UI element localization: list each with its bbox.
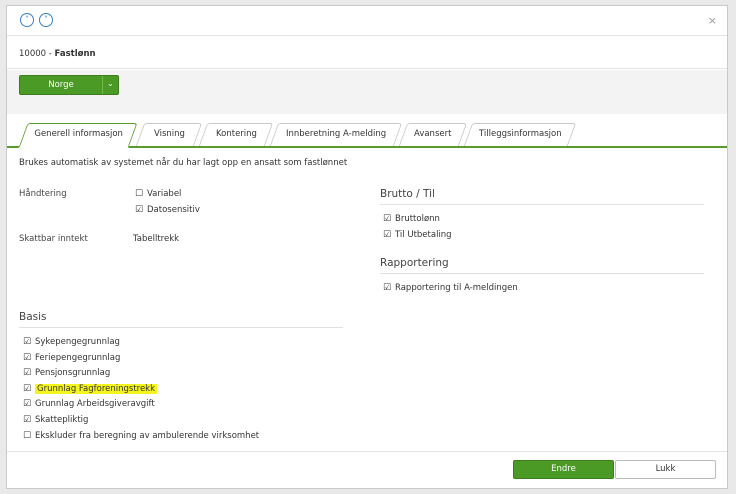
tab-tilleggsinformasjon[interactable]: Tilleggsinformasjon [463, 123, 577, 146]
pensjonsgrunnlag-checkbox[interactable]: ☑ Pensjonsgrunnlag [23, 368, 110, 378]
checkbox-icon: ☑ [23, 337, 32, 347]
tab-bar: Generell informasjon Visning Kontering I… [7, 120, 727, 148]
page-title: 10000 - Fastlønn [19, 49, 96, 59]
checkbox-label: Pensjonsgrunnlag [35, 368, 111, 378]
checkbox-label: Bruttolønn [395, 214, 440, 224]
previous-record-icon[interactable]: ˄ [20, 13, 34, 27]
skattepliktig-checkbox[interactable]: ☑ Skattepliktig [23, 415, 88, 425]
rapportering-section-heading: Rapportering [380, 257, 704, 274]
tab-innberetning-a-melding[interactable]: Innberetning A-melding [269, 123, 403, 146]
chevron-down-icon[interactable]: ⌄ [107, 79, 114, 88]
fastlonn-dialog: ˄ ˅ × 10000 - Fastlønn Norge ⌄ Generell … [6, 5, 728, 489]
checkbox-icon: ☑ [23, 415, 32, 425]
checkbox-icon: ☑ [23, 353, 32, 363]
checkbox-label: Datosensitiv [147, 205, 200, 215]
checkbox-label: Rapportering til A-meldingen [395, 283, 518, 293]
title-separator: - [46, 49, 55, 59]
tab-generell-informasjon[interactable]: Generell informasjon [18, 123, 138, 148]
brutto-section-heading: Brutto / Til [380, 188, 704, 205]
checkbox-icon: ☑ [383, 214, 392, 224]
next-record-icon[interactable]: ˅ [39, 13, 53, 27]
tab-visning[interactable]: Visning [135, 123, 203, 146]
variabel-checkbox[interactable]: ☐ Variabel [135, 189, 181, 199]
country-bar: Norge ⌄ [7, 70, 727, 114]
arbeidsgiveravgift-checkbox[interactable]: ☑ Grunnlag Arbeidsgiveravgift [23, 399, 155, 409]
country-dropdown[interactable]: Norge ⌄ [19, 75, 119, 95]
sykepengegrunnlag-checkbox[interactable]: ☑ Sykepengegrunnlag [23, 337, 120, 347]
basis-section-heading: Basis [19, 311, 343, 328]
checkbox-icon: ☑ [383, 283, 392, 293]
description-text: Brukes automatisk av systemet når du har… [19, 158, 348, 168]
checkbox-icon: ☐ [23, 431, 32, 441]
checkbox-label: Til Utbetaling [395, 230, 452, 240]
ekskluder-ambulerende-checkbox[interactable]: ☐ Ekskluder fra beregning av ambulerende … [23, 431, 259, 441]
dialog-footer: Endre Lukk [7, 451, 727, 489]
checkbox-label: Feriepengegrunnlag [35, 353, 121, 363]
checkbox-label-highlighted: Grunnlag Fagforeningstrekk [35, 384, 158, 394]
tab-content: Brukes automatisk av systemet når du har… [7, 148, 727, 448]
tab-avansert[interactable]: Avansert [398, 123, 468, 146]
country-label: Norge [48, 80, 74, 90]
checkbox-label: Variabel [147, 189, 182, 199]
feriepengegrunnlag-checkbox[interactable]: ☑ Feriepengegrunnlag [23, 353, 120, 363]
fagforeningstrekk-checkbox[interactable]: ☑ Grunnlag Fagforeningstrekk [23, 384, 158, 394]
checkbox-label: Skattepliktig [35, 415, 89, 425]
checkbox-icon: ☑ [383, 230, 392, 240]
tab-kontering[interactable]: Kontering [198, 123, 274, 146]
til-utbetaling-checkbox[interactable]: ☑ Til Utbetaling [383, 230, 452, 240]
checkbox-icon: ☐ [135, 189, 144, 199]
datosensitiv-checkbox[interactable]: ☑ Datosensitiv [135, 205, 200, 215]
checkbox-icon: ☑ [23, 368, 32, 378]
checkbox-label: Ekskluder fra beregning av ambulerende v… [35, 431, 260, 441]
rapportering-a-melding-checkbox[interactable]: ☑ Rapportering til A-meldingen [383, 283, 518, 293]
bruttolonn-checkbox[interactable]: ☑ Bruttolønn [383, 214, 440, 224]
checkbox-label: Grunnlag Arbeidsgiveravgift [35, 399, 155, 409]
checkbox-icon: ☑ [23, 399, 32, 409]
country-divider [102, 76, 103, 94]
handtering-label: Håndtering [19, 189, 67, 199]
edit-button[interactable]: Endre [513, 460, 614, 479]
skattbar-inntekt-label: Skattbar inntekt [19, 234, 88, 244]
checkbox-label: Sykepengegrunnlag [35, 337, 120, 347]
title-name: Fastlønn [54, 49, 96, 59]
close-button[interactable]: Lukk [615, 460, 716, 479]
checkbox-icon: ☑ [23, 384, 32, 394]
checkbox-icon: ☑ [135, 205, 144, 215]
close-icon[interactable]: × [708, 14, 717, 27]
dialog-topbar: ˄ ˅ × [7, 6, 727, 36]
skattbar-inntekt-value: Tabelltrekk [133, 234, 180, 244]
title-number: 10000 [19, 49, 47, 59]
dialog-titlebar: 10000 - Fastlønn [7, 37, 727, 69]
